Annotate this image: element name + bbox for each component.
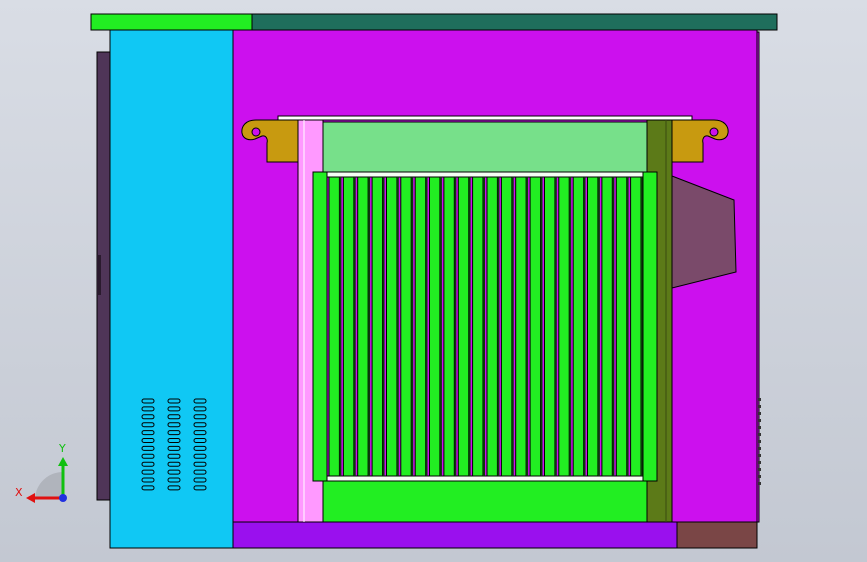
- transformer-fin: [443, 176, 455, 477]
- transformer-top-plate: [322, 121, 648, 175]
- transformer-fin-gap: [454, 177, 457, 476]
- transformer-base: [322, 479, 648, 523]
- right-vent-slot: [758, 426, 761, 429]
- right-vent-slot: [758, 440, 761, 443]
- transformer-fin-gap: [612, 177, 615, 476]
- transformer-fin: [500, 176, 513, 477]
- transformer-fin: [400, 176, 412, 477]
- lifting-lug-right-hole: [709, 127, 719, 137]
- cad-viewport[interactable]: X Y: [0, 0, 867, 562]
- transformer-fin-gap: [382, 177, 385, 476]
- transformer-fin-gap: [597, 177, 600, 476]
- transformer-fin: [544, 176, 556, 477]
- transformer-fin-gap: [368, 177, 371, 476]
- transformer-fin-gap: [439, 177, 442, 476]
- right-vent-slot: [758, 461, 761, 464]
- transformer-fin-gap: [411, 177, 414, 476]
- right-vent-slot: [758, 412, 761, 415]
- top-rail: [277, 115, 693, 121]
- transformer-fin: [601, 176, 613, 477]
- transformer-fin: [414, 176, 427, 477]
- transformer-fin-gap: [468, 177, 471, 476]
- transformer-fin-gap: [626, 177, 629, 476]
- transformer-fin: [386, 176, 398, 477]
- triad-y-arrow-icon: [58, 457, 68, 466]
- transformer-fin-gap: [583, 177, 586, 476]
- model-scene: [26, 13, 778, 549]
- transformer-fin-gap: [526, 177, 529, 476]
- lifting-lug-left-hole: [251, 127, 261, 137]
- base-block-right: [676, 521, 758, 549]
- right-vent-slot: [758, 419, 761, 422]
- roof-cap-left: [90, 13, 253, 31]
- transformer-fin: [630, 176, 642, 477]
- transformer-fin-gap: [425, 177, 428, 476]
- transformer-fin: [371, 176, 384, 477]
- orientation-triad: [26, 457, 68, 503]
- transformer-fin-gap: [353, 177, 356, 476]
- transformer-fin-gap: [569, 177, 572, 476]
- transformer-fin-gap: [339, 177, 342, 476]
- transformer-fin: [529, 176, 541, 477]
- transformer-fin-gap: [540, 177, 543, 476]
- triad-base-shadow: [35, 471, 63, 498]
- transformer-fin-gap: [483, 177, 485, 476]
- transformer-fin: [357, 176, 369, 477]
- radiator-header: [326, 171, 646, 178]
- transformer-fin-gap: [396, 177, 399, 476]
- base-frame: [232, 521, 678, 549]
- transformer-fin: [429, 176, 441, 477]
- right-vent-slot: [758, 482, 761, 485]
- radiator-endcap-left: [312, 171, 328, 482]
- transformer-fin: [615, 176, 628, 477]
- radiator-footer: [326, 475, 646, 482]
- right-vent-slot: [758, 454, 761, 457]
- right-vent-slot: [758, 447, 761, 450]
- roof-cap-right: [251, 13, 778, 31]
- transformer-fin: [472, 176, 484, 477]
- transformer-fin: [515, 176, 527, 477]
- radiator-endcap-right: [642, 171, 658, 482]
- right-vent-slot: [758, 405, 761, 408]
- right-vent-slot: [758, 468, 761, 471]
- transformer-fin: [486, 176, 498, 477]
- right-vent-slot: [758, 475, 761, 478]
- right-vent-slot: [758, 433, 761, 436]
- left-side-handle: [97, 255, 101, 295]
- triad-y-label: Y: [59, 442, 66, 455]
- triad-z-axis-icon: [59, 494, 67, 502]
- transformer-fin: [572, 176, 585, 477]
- transformer-fin: [558, 176, 570, 477]
- transformer-fin: [587, 176, 599, 477]
- triad-x-label: X: [15, 486, 23, 499]
- transformer-fin-gap: [497, 177, 500, 476]
- transformer-fin-gap: [554, 177, 557, 476]
- transformer-fin: [342, 176, 355, 477]
- right-vent-slot: [758, 398, 761, 401]
- transformer-fin: [328, 176, 340, 477]
- triad-x-arrow-icon: [26, 493, 35, 503]
- transformer-fin: [457, 176, 470, 477]
- transformer-fin-gap: [511, 177, 514, 476]
